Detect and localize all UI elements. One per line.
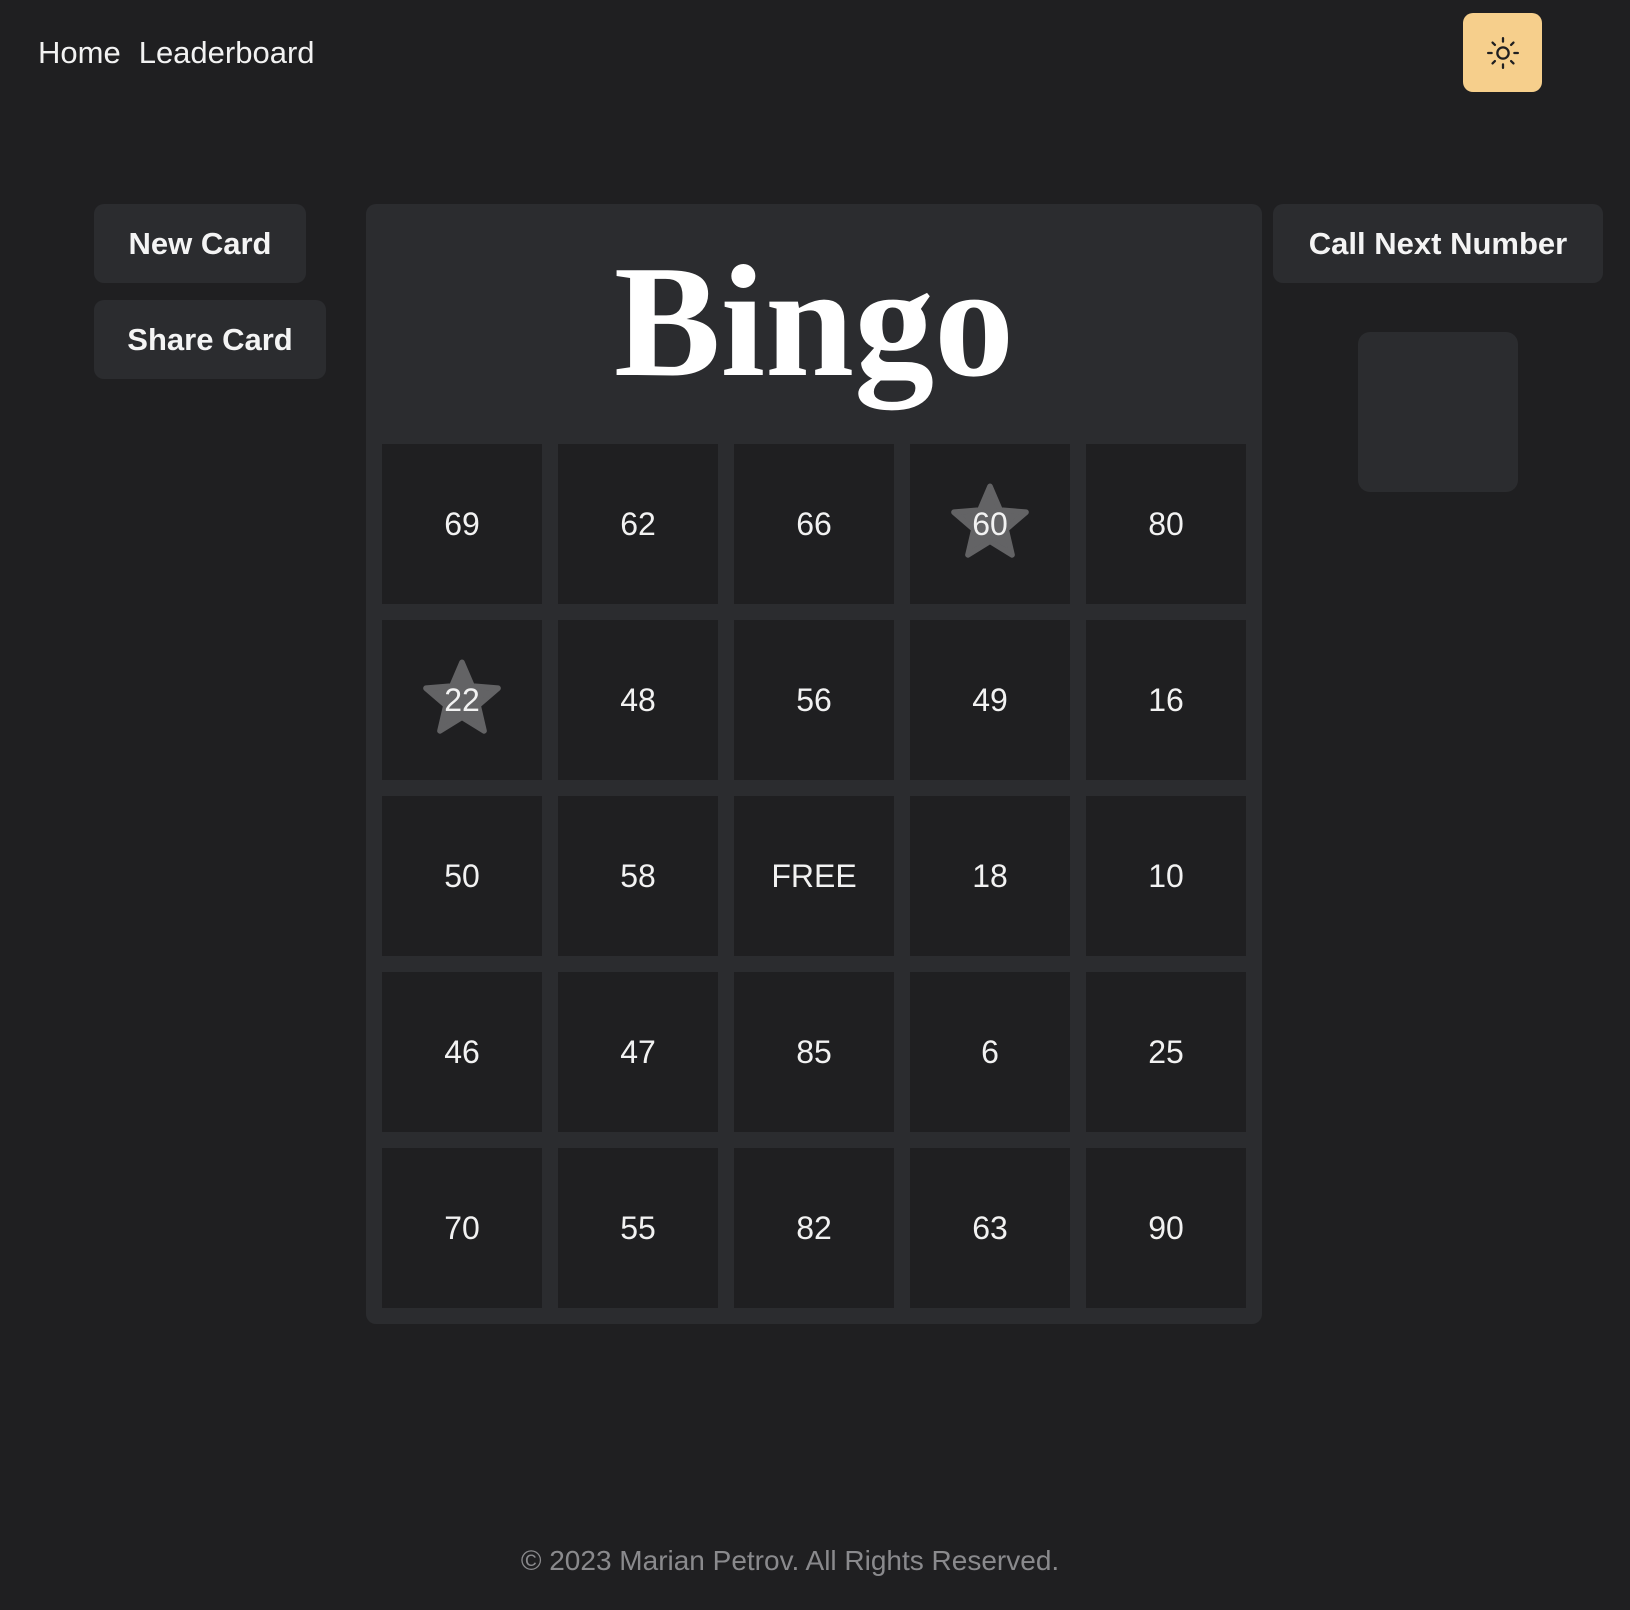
- board-title: Bingo: [613, 232, 1015, 410]
- bingo-cell[interactable]: 85: [734, 972, 894, 1132]
- bingo-board: Bingo 69 62 66 60 80 22 48 56 49 16 50 58 FREE 18 10 46…: [366, 204, 1262, 1324]
- bingo-cell-number: 80: [1148, 505, 1184, 542]
- bingo-cell-number: 82: [796, 1209, 832, 1246]
- bingo-cell-number: 46: [444, 1033, 480, 1070]
- bingo-cell[interactable]: 49: [910, 620, 1070, 780]
- bingo-cell-number: 47: [620, 1033, 656, 1070]
- bingo-cell[interactable]: 58: [558, 796, 718, 956]
- bingo-cell-number: 10: [1148, 857, 1184, 894]
- bingo-cell-number: 58: [620, 857, 656, 894]
- sun-icon: [1486, 36, 1519, 69]
- bingo-cell-number: 16: [1148, 681, 1184, 718]
- bingo-cell-number: 85: [796, 1033, 832, 1070]
- bingo-cell-number: 62: [620, 505, 656, 542]
- theme-toggle-button[interactable]: [1463, 13, 1542, 92]
- nav-leaderboard-link[interactable]: Leaderboard: [139, 34, 315, 72]
- bingo-cell-number: 22: [444, 681, 480, 718]
- bingo-cell-number: 63: [972, 1209, 1008, 1246]
- bingo-cell-number: FREE: [771, 857, 857, 894]
- bingo-cell[interactable]: 16: [1086, 620, 1246, 780]
- bingo-cell[interactable]: 48: [558, 620, 718, 780]
- bingo-cell[interactable]: 80: [1086, 444, 1246, 604]
- bingo-cell[interactable]: 69: [382, 444, 542, 604]
- bingo-cell[interactable]: 82: [734, 1148, 894, 1308]
- called-number-display: [1358, 332, 1518, 492]
- bingo-grid: 69 62 66 60 80 22 48 56 49 16 50 58 FREE 18 10 46 47 85 6 2…: [382, 444, 1246, 1308]
- bingo-cell[interactable]: 60: [910, 444, 1070, 604]
- top-nav: Home Leaderboard: [38, 34, 315, 72]
- bingo-cell[interactable]: 70: [382, 1148, 542, 1308]
- call-next-number-button[interactable]: Call Next Number: [1273, 204, 1603, 283]
- bingo-cell[interactable]: 10: [1086, 796, 1246, 956]
- bingo-cell-number: 6: [981, 1033, 999, 1070]
- nav-home-link[interactable]: Home: [38, 34, 121, 72]
- bingo-cell[interactable]: 18: [910, 796, 1070, 956]
- bingo-cell-number: 70: [444, 1209, 480, 1246]
- bingo-cell-number: 56: [796, 681, 832, 718]
- bingo-cell-number: 18: [972, 857, 1008, 894]
- bingo-cell[interactable]: 63: [910, 1148, 1070, 1308]
- bingo-cell-number: 50: [444, 857, 480, 894]
- bingo-cell-number: 48: [620, 681, 656, 718]
- bingo-cell[interactable]: 55: [558, 1148, 718, 1308]
- bingo-cell[interactable]: 46: [382, 972, 542, 1132]
- bingo-cell[interactable]: 22: [382, 620, 542, 780]
- bingo-cell[interactable]: 56: [734, 620, 894, 780]
- bingo-cell[interactable]: 25: [1086, 972, 1246, 1132]
- footer-copyright: © 2023 Marian Petrov. All Rights Reserve…: [520, 1545, 1060, 1576]
- bingo-cell[interactable]: 66: [734, 444, 894, 604]
- bingo-cell[interactable]: 50: [382, 796, 542, 956]
- bingo-cell-number: 55: [620, 1209, 656, 1246]
- bingo-cell-number: 60: [972, 505, 1008, 542]
- bingo-cell[interactable]: 47: [558, 972, 718, 1132]
- bingo-cell-number: 69: [444, 505, 480, 542]
- new-card-button[interactable]: New Card: [94, 204, 306, 283]
- bingo-cell-number: 25: [1148, 1033, 1184, 1070]
- bingo-cell-free[interactable]: FREE: [734, 796, 894, 956]
- share-card-button[interactable]: Share Card: [94, 300, 326, 379]
- bingo-cell-number: 66: [796, 505, 832, 542]
- bingo-cell-number: 90: [1148, 1209, 1184, 1246]
- bingo-cell[interactable]: 90: [1086, 1148, 1246, 1308]
- bingo-cell[interactable]: 62: [558, 444, 718, 604]
- bingo-cell-number: 49: [972, 681, 1008, 718]
- bingo-cell[interactable]: 6: [910, 972, 1070, 1132]
